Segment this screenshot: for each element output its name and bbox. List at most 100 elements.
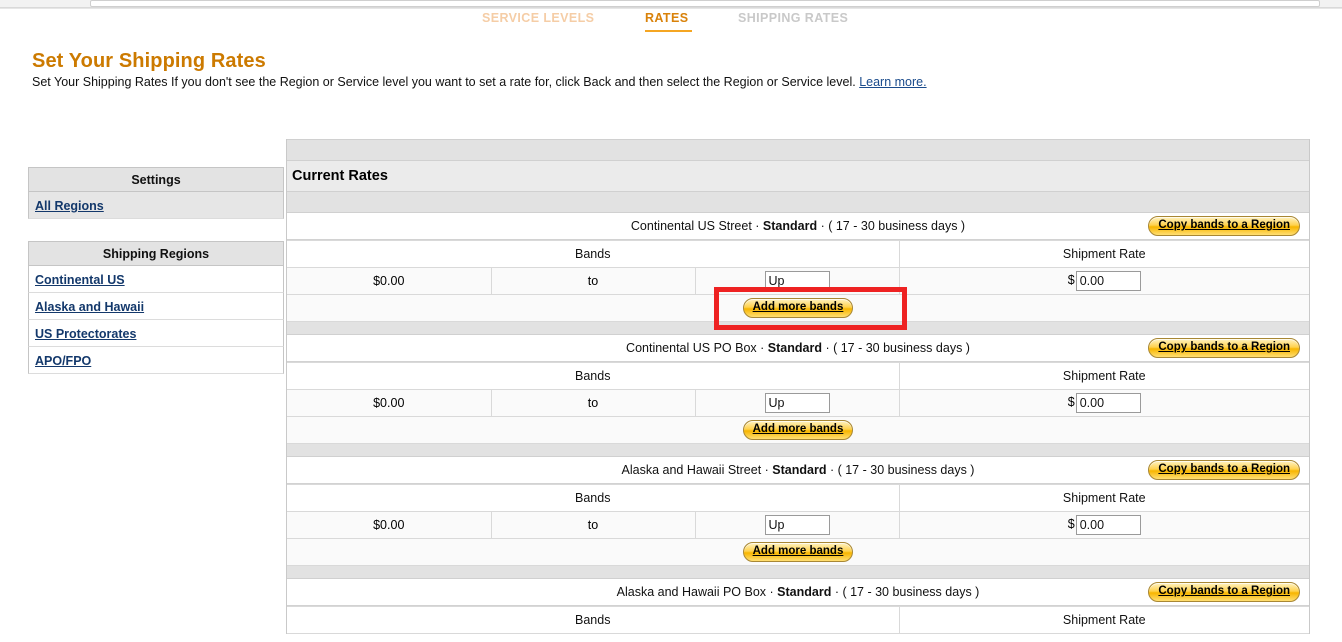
browser-chrome-strip bbox=[0, 0, 1342, 8]
band-to-cell bbox=[694, 511, 900, 539]
service-level-name: Standard bbox=[777, 585, 832, 599]
add-more-bands-button[interactable]: Add more bands bbox=[742, 298, 854, 318]
add-bands-row: Add more bands bbox=[287, 417, 1309, 444]
sidebar-item-continental-us[interactable]: Continental US bbox=[28, 266, 284, 293]
wizard-nav: SERVICE LEVELS RATES SHIPPING RATES bbox=[0, 8, 1342, 32]
sidebar-regions-heading: Shipping Regions bbox=[28, 241, 284, 266]
band-upper-limit-input[interactable] bbox=[764, 515, 830, 535]
panel-title: Current Rates bbox=[287, 161, 1309, 191]
sidebar-item-alaska-and-hawaii[interactable]: Alaska and Hawaii bbox=[28, 293, 284, 320]
band-to-cell bbox=[694, 267, 900, 295]
rate-sections-host: Continental US Street · Standard · ( 17 … bbox=[287, 213, 1309, 634]
section-separator bbox=[287, 322, 1309, 335]
table-row: $0.00to $ bbox=[287, 267, 1309, 295]
band-to-label: to bbox=[490, 267, 696, 295]
shipment-rate-input[interactable] bbox=[1075, 393, 1141, 413]
service-level-region: Continental US PO Box bbox=[626, 341, 757, 355]
band-from-value: $0.00 bbox=[287, 389, 492, 417]
shipment-rate-cell: $ bbox=[898, 267, 1309, 295]
rate-section: Alaska and Hawaii Street · Standard · ( … bbox=[287, 457, 1309, 579]
column-header-shipment-rate: Shipment Rate bbox=[898, 362, 1309, 390]
band-to-cell bbox=[694, 389, 900, 417]
shipment-rate-cell: $ bbox=[898, 389, 1309, 417]
rate-section: Continental US PO Box · Standard · ( 17 … bbox=[287, 335, 1309, 457]
service-level-header: Continental US PO Box · Standard · ( 17 … bbox=[287, 335, 1309, 362]
sidebar-settings-heading: Settings bbox=[28, 167, 284, 192]
copy-bands-to-region-button[interactable]: Copy bands to a Region bbox=[1148, 460, 1300, 480]
table-row: $0.00to $ bbox=[287, 389, 1309, 417]
column-header-bands: Bands bbox=[287, 484, 900, 512]
learn-more-link[interactable]: Learn more. bbox=[859, 75, 926, 89]
service-level-delivery: ( 17 - 30 business days ) bbox=[833, 341, 970, 355]
service-level-header: Alaska and Hawaii PO Box · Standard · ( … bbox=[287, 579, 1309, 606]
nav-active-underline bbox=[645, 30, 692, 32]
sidebar-item-all-regions[interactable]: All Regions bbox=[28, 192, 284, 219]
table-header-row: Bands Shipment Rate bbox=[287, 362, 1309, 390]
band-from-value: $0.00 bbox=[287, 511, 492, 539]
band-upper-limit-input[interactable] bbox=[764, 393, 830, 413]
sidebar-item-apo-fpo-label[interactable]: APO/FPO bbox=[35, 354, 91, 368]
service-level-region: Alaska and Hawaii Street bbox=[621, 463, 762, 477]
page-description-text: Set Your Shipping Rates If you don't see… bbox=[32, 75, 856, 89]
shipment-rate-input[interactable] bbox=[1075, 515, 1141, 535]
column-header-shipment-rate: Shipment Rate bbox=[898, 606, 1309, 634]
copy-bands-to-region-button[interactable]: Copy bands to a Region bbox=[1148, 582, 1300, 602]
sidebar-item-us-protectorates-label[interactable]: US Protectorates bbox=[35, 327, 136, 341]
copy-bands-to-region-button[interactable]: Copy bands to a Region bbox=[1148, 216, 1300, 236]
sidebar-item-us-protectorates[interactable]: US Protectorates bbox=[28, 320, 284, 347]
table-header-row: Bands Shipment Rate bbox=[287, 240, 1309, 268]
column-header-bands: Bands bbox=[287, 240, 900, 268]
service-level-header: Continental US Street · Standard · ( 17 … bbox=[287, 213, 1309, 240]
band-from-value: $0.00 bbox=[287, 267, 492, 295]
sidebar-regions-panel: Shipping Regions Continental US Alaska a… bbox=[28, 241, 284, 374]
band-to-label: to bbox=[490, 511, 696, 539]
service-level-delivery: ( 17 - 30 business days ) bbox=[842, 585, 980, 599]
service-level-delivery: ( 17 - 30 business days ) bbox=[828, 219, 966, 233]
band-to-label: to bbox=[490, 389, 696, 417]
add-more-bands-button[interactable]: Add more bands bbox=[742, 420, 854, 440]
sidebar-settings-panel: Settings All Regions bbox=[28, 167, 284, 219]
sidebar-item-alaska-and-hawaii-label[interactable]: Alaska and Hawaii bbox=[35, 300, 144, 314]
nav-tab-shipping-rates[interactable]: SHIPPING RATES bbox=[738, 11, 848, 25]
page-description: Set Your Shipping Rates If you don't see… bbox=[32, 75, 927, 89]
table-header-row: Bands Shipment Rate bbox=[287, 484, 1309, 512]
nav-tab-rates[interactable]: RATES bbox=[645, 11, 688, 25]
nav-tab-service-levels[interactable]: SERVICE LEVELS bbox=[482, 11, 594, 25]
add-more-bands-button[interactable]: Add more bands bbox=[742, 542, 854, 562]
page-root: SERVICE LEVELS RATES SHIPPING RATES Set … bbox=[0, 0, 1342, 642]
service-level-region: Continental US Street bbox=[630, 219, 752, 233]
sidebar-item-all-regions-label[interactable]: All Regions bbox=[35, 199, 104, 213]
service-level-delivery: ( 17 - 30 business days ) bbox=[837, 463, 975, 477]
panel-title-divider bbox=[287, 191, 1309, 213]
band-upper-limit-input[interactable] bbox=[764, 271, 830, 291]
section-separator bbox=[287, 566, 1309, 579]
shipment-rate-input[interactable] bbox=[1075, 271, 1141, 291]
column-header-bands: Bands bbox=[287, 362, 900, 390]
currency-symbol: $ bbox=[1067, 517, 1075, 532]
rate-bands-table: BandsShipment Rate$0.00to$ bbox=[287, 362, 1309, 417]
sidebar-item-continental-us-label[interactable]: Continental US bbox=[35, 273, 125, 287]
currency-symbol: $ bbox=[1067, 273, 1075, 288]
sidebar-item-apo-fpo[interactable]: APO/FPO bbox=[28, 347, 284, 374]
currency-symbol: $ bbox=[1067, 395, 1075, 410]
chrome-search-field[interactable] bbox=[90, 0, 1320, 7]
service-level-name: Standard bbox=[767, 341, 822, 355]
rate-bands-table: Bands Shipment Rate bbox=[287, 606, 1309, 634]
copy-bands-to-region-button[interactable]: Copy bands to a Region bbox=[1148, 338, 1300, 358]
panel-top-band bbox=[287, 139, 1309, 161]
section-separator bbox=[287, 444, 1309, 457]
page-title: Set Your Shipping Rates bbox=[32, 50, 266, 72]
rate-section: Continental US Street · Standard · ( 17 … bbox=[287, 213, 1309, 335]
add-bands-row: Add more bands bbox=[287, 295, 1309, 322]
column-header-shipment-rate: Shipment Rate bbox=[898, 240, 1309, 268]
service-level-name: Standard bbox=[772, 463, 827, 477]
rate-section: Alaska and Hawaii PO Box · Standard · ( … bbox=[287, 579, 1309, 634]
add-bands-row: Add more bands bbox=[287, 539, 1309, 566]
rate-bands-table: BandsShipment Rate$0.00to$ bbox=[287, 240, 1309, 295]
column-header-bands: Bands bbox=[287, 606, 900, 634]
service-level-region: Alaska and Hawaii PO Box bbox=[616, 585, 767, 599]
shipment-rate-cell: $ bbox=[898, 511, 1309, 539]
table-header-row: Bands Shipment Rate bbox=[287, 606, 1309, 634]
table-row: $0.00to $ bbox=[287, 511, 1309, 539]
current-rates-panel: Current Rates Continental US Street · St… bbox=[286, 139, 1310, 634]
